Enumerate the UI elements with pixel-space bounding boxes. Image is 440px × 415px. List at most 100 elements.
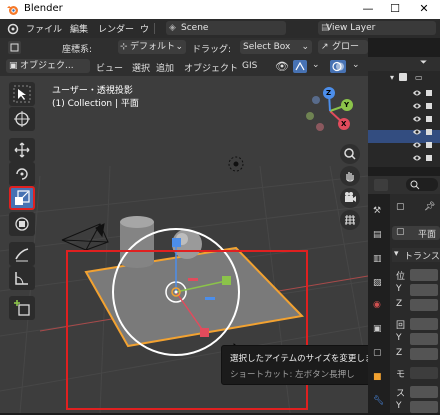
drag-mode-value: Select Box: [243, 42, 291, 52]
menu-add[interactable]: 追加: [156, 61, 174, 74]
properties-search-input[interactable]: [406, 178, 438, 191]
annotate-tool-button[interactable]: [9, 242, 35, 266]
properties-panel: ⚒ ▤ ▥ ▧ ◉ ▣ ▢ ■ 🔧︎ ▢ 📌︎ ▢ 平面 ▾ トランス 位 Y …: [368, 176, 440, 413]
ruler-icon: [15, 272, 28, 285]
chevron-down-icon: ⌄: [175, 42, 183, 52]
menu-edit[interactable]: 編集: [70, 22, 88, 35]
transform-tool-button[interactable]: [9, 212, 35, 236]
measure-tool-button[interactable]: [9, 266, 35, 290]
camera-view-icon[interactable]: [340, 188, 360, 208]
transform-row[interactable]: 回: [392, 317, 440, 332]
eye-icon[interactable]: [412, 139, 440, 152]
menu-gis[interactable]: GIS: [242, 61, 257, 71]
scene-selector[interactable]: ◈ Scene: [166, 21, 286, 35]
select-tool-button[interactable]: [9, 82, 35, 106]
eye-icon[interactable]: [412, 152, 440, 165]
collection-tab-icon[interactable]: ▢: [373, 348, 382, 358]
grid-view-icon[interactable]: [340, 210, 360, 230]
expand-arrow-icon: ▾: [394, 249, 399, 259]
eye-icon[interactable]: [412, 87, 440, 100]
view-layer-selector[interactable]: ▤ View Layer: [318, 21, 436, 35]
pan-hand-icon[interactable]: [340, 166, 360, 186]
coordinate-system-label: 座標系:: [62, 45, 93, 55]
menu-view[interactable]: ビュー: [96, 61, 123, 74]
minimize-button[interactable]: —: [358, 1, 378, 17]
transform-orientation-dropdown[interactable]: ↗ グロー: [318, 40, 368, 54]
menu-file[interactable]: ファイル: [26, 22, 62, 35]
transform-row[interactable]: Z: [392, 298, 440, 317]
light-object: [228, 156, 244, 172]
transform-row[interactable]: ス: [392, 385, 440, 400]
collection-label: (1) Collection | 平面: [52, 99, 139, 109]
maximize-button[interactable]: ☐: [385, 1, 405, 17]
transform-row[interactable]: Y: [392, 332, 440, 347]
blender-menu-icon[interactable]: [6, 22, 19, 35]
chevron-down-icon[interactable]: ⌄: [312, 60, 320, 70]
object-tab-icon[interactable]: ■: [373, 372, 382, 382]
coordinate-system-dropdown[interactable]: ⊹ デフォルト ⌄: [118, 40, 186, 54]
editor-type-icon[interactable]: [374, 179, 388, 191]
top-menubar: ファイル 編集 レンダー ウ ◈ Scene ▤ View Layer: [0, 19, 440, 38]
view-layer-tab-icon[interactable]: ▧: [373, 278, 382, 288]
pencil-icon: [15, 248, 29, 262]
object-mode-icon: ▣: [9, 61, 18, 71]
eye-icon[interactable]: [412, 113, 440, 126]
transform-row[interactable]: 位: [392, 268, 440, 283]
transform-row[interactable]: モ: [392, 366, 440, 385]
view-perspective-label: ユーザー・透視投影: [52, 86, 133, 96]
properties-header: [368, 176, 440, 194]
menu-window[interactable]: ウ: [140, 22, 149, 35]
modifier-tab-icon[interactable]: 🔧︎: [373, 396, 384, 406]
coordinate-system-value: デフォルト: [130, 42, 176, 52]
menu-select[interactable]: 選択: [132, 61, 150, 74]
transform-row[interactable]: Y: [392, 283, 440, 298]
highlight-rectangle: [66, 250, 308, 410]
pin-icon[interactable]: 📌︎: [424, 202, 435, 212]
properties-tab-column: ⚒ ▤ ▥ ▧ ◉ ▣ ▢ ■ 🔧︎: [368, 194, 390, 413]
scene-icon: ◈: [169, 23, 176, 33]
blender-logo-icon: [7, 6, 18, 15]
rotate-tool-button[interactable]: [9, 162, 35, 186]
drag-label: ドラッグ:: [192, 45, 232, 55]
mode-dropdown[interactable]: ▣ オブジェク...: [6, 59, 90, 73]
chevron-down-icon[interactable]: ⌄: [352, 60, 360, 70]
checkbox-icon[interactable]: [399, 73, 407, 81]
visibility-eye-icon[interactable]: 👁︎: [275, 60, 289, 73]
scene-tab-icon[interactable]: ◉: [373, 300, 381, 310]
3d-viewport[interactable]: ユーザー・透視投影 (1) Collection | 平面 X Y Z 選択した…: [0, 76, 368, 413]
transform-row[interactable]: Z: [392, 347, 440, 366]
chevron-down-icon: ⌄: [301, 42, 309, 52]
add-cube-icon: [14, 300, 30, 316]
eye-icon[interactable]: [412, 126, 440, 139]
cursor-tool-button[interactable]: [9, 107, 35, 131]
object-name-field[interactable]: ▢ 平面: [392, 226, 440, 240]
active-tool-icon[interactable]: [8, 41, 21, 54]
collection-icon: ▭: [415, 73, 423, 82]
outliner-eye-column: [412, 87, 440, 165]
zoom-icon[interactable]: [340, 144, 360, 164]
tool-settings-header: 座標系: ⊹ デフォルト ⌄ ドラッグ: Select Box ⌄ ↗ グロー: [0, 38, 368, 57]
world-tab-icon[interactable]: ▣: [373, 324, 382, 334]
tool-tab-icon[interactable]: ⚒: [373, 206, 381, 216]
move-tool-button[interactable]: [9, 138, 35, 162]
add-cube-tool-button[interactable]: [9, 296, 35, 320]
transform-icon: [15, 217, 29, 231]
close-button[interactable]: ✕: [414, 1, 434, 17]
filter-icon[interactable]: ⏷: [420, 58, 427, 68]
transform-panel-header[interactable]: ▾ トランス: [392, 248, 440, 262]
gizmo-toggle-icon[interactable]: [293, 60, 307, 73]
eye-icon[interactable]: [412, 100, 440, 113]
coordinate-icon: ⊹: [120, 42, 128, 52]
transform-panel-title: トランス: [404, 252, 440, 262]
drag-mode-dropdown[interactable]: Select Box ⌄: [240, 40, 312, 54]
expand-arrow-icon[interactable]: ▾: [390, 73, 394, 82]
menu-object[interactable]: オブジェクト: [184, 61, 238, 74]
panel-divider[interactable]: [368, 167, 440, 176]
scale-tool-button[interactable]: [9, 186, 35, 210]
tooltip-description: 選択したアイテムのサイズを変更します: [230, 354, 368, 364]
output-tab-icon[interactable]: ▥: [373, 254, 382, 264]
render-tab-icon[interactable]: ▤: [373, 230, 382, 240]
mode-value: オブジェク...: [20, 61, 74, 71]
overlay-toggle-icon[interactable]: [330, 60, 346, 73]
menu-render[interactable]: レンダー: [98, 22, 134, 35]
